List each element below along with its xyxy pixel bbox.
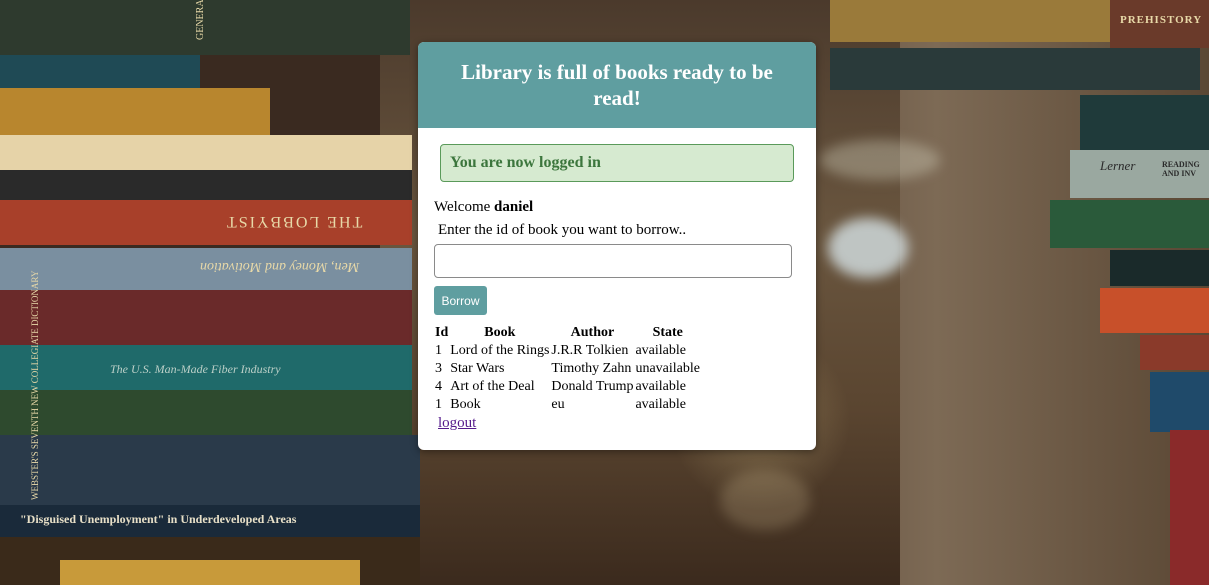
page-title: Library is full of books ready to be rea…	[461, 60, 773, 110]
cell-state: available	[635, 397, 686, 412]
light-glow	[720, 470, 810, 530]
book-spine	[1050, 200, 1209, 248]
logout-link[interactable]: logout	[438, 415, 476, 432]
cell-book: Star Wars	[450, 361, 505, 376]
spine-text: GENERAL THEORY OF VALUE	[195, 0, 206, 40]
borrow-button[interactable]: Borrow	[434, 286, 487, 315]
book-spine	[1170, 430, 1209, 585]
spine-text: THE LOBBYIST	[225, 213, 363, 230]
cell-author: J.R.R Tolkien	[551, 343, 629, 358]
book-spine	[1150, 372, 1209, 432]
cell-book: Lord of the Rings	[450, 343, 550, 358]
book-spine	[1140, 335, 1209, 370]
cell-book: Art of the Deal	[450, 379, 535, 394]
welcome-prefix: Welcome	[434, 199, 491, 215]
cell-author: Donald Trump	[551, 379, 634, 394]
book-spine	[0, 135, 412, 170]
borrow-prompt: Enter the id of book you want to borrow.…	[438, 222, 687, 238]
column-header-id: Id	[435, 325, 449, 340]
cell-state: unavailable	[635, 361, 700, 376]
login-success-alert: You are now logged in	[440, 144, 794, 182]
table-row: 1 Lord of the Rings J.R.R Tolkien availa…	[434, 342, 701, 360]
book-spine	[0, 390, 412, 435]
spine-text: Men, Money and Motivation	[200, 259, 360, 274]
book-spine	[60, 560, 360, 585]
spine-text: "Disguised Unemployment" in Underdevelop…	[20, 512, 297, 526]
spine-text: Lerner	[1100, 158, 1136, 173]
book-spine	[0, 290, 412, 345]
cell-author: eu	[551, 397, 565, 412]
cell-id: 1	[435, 343, 442, 358]
cell-author: Timothy Zahn	[551, 361, 632, 376]
books-table: Id Book Author State 1 Lord of the Rings…	[434, 324, 701, 414]
book-spine	[1080, 95, 1209, 150]
book-spine	[1100, 288, 1209, 333]
book-spine	[830, 48, 1200, 90]
column-header-state: State	[652, 325, 683, 340]
card-header: Library is full of books ready to be rea…	[418, 42, 816, 128]
cell-book: Book	[450, 397, 481, 412]
spine-text: PREHISTORY	[1120, 14, 1203, 26]
book-spine	[830, 0, 1110, 42]
welcome-message: Welcome daniel	[434, 199, 533, 216]
table-row: 4 Art of the Deal Donald Trump available	[434, 378, 701, 396]
cell-state: available	[635, 343, 686, 358]
username: daniel	[494, 199, 534, 215]
cell-state: available	[635, 379, 686, 394]
book-spine	[1110, 250, 1209, 286]
light-glow	[828, 218, 908, 278]
library-card: Library is full of books ready to be rea…	[418, 42, 816, 450]
cell-id: 4	[435, 379, 442, 394]
book-spine	[0, 170, 412, 200]
table-header-row: Id Book Author State	[434, 324, 701, 342]
table-row: 1 Book eu available	[434, 396, 701, 414]
book-spine	[0, 435, 420, 505]
table-row: 3 Star Wars Timothy Zahn unavailable	[434, 360, 701, 378]
spine-text: READING AND INV	[1162, 160, 1200, 178]
spine-text: The U.S. Man-Made Fiber Industry	[110, 362, 281, 376]
cell-id: 1	[435, 397, 442, 412]
spine-text: WEBSTER'S SEVENTH NEW COLLEGIATE DICTION…	[30, 270, 40, 500]
cell-id: 3	[435, 361, 442, 376]
column-header-author: Author	[570, 325, 615, 340]
light-glow	[820, 140, 940, 180]
book-id-input[interactable]	[434, 244, 792, 278]
column-header-book: Book	[484, 325, 516, 340]
